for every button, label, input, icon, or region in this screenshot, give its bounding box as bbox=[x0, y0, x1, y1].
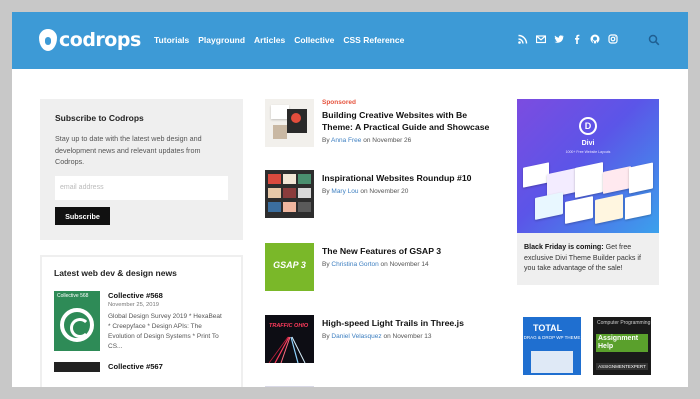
article-title[interactable]: Inspirational Websites Roundup #10 bbox=[322, 172, 471, 184]
nav-css-reference[interactable]: CSS Reference bbox=[343, 35, 404, 45]
search-icon[interactable] bbox=[648, 33, 660, 46]
article-meta: By Daniel Velasquez on November 13 bbox=[322, 333, 432, 340]
article-meta: By Anna Free on November 26 bbox=[322, 137, 412, 144]
article-thumbnail[interactable]: TRAFFIC OHIO bbox=[265, 315, 314, 363]
latest-news-title: Latest web dev & design news bbox=[54, 268, 177, 278]
collective-thumbnail[interactable] bbox=[54, 362, 100, 372]
social-links bbox=[518, 34, 618, 44]
nav-playground[interactable]: Playground bbox=[198, 35, 245, 45]
article-thumbnail[interactable]: GSAP 3 bbox=[265, 243, 314, 291]
article-thumbnail[interactable] bbox=[265, 386, 314, 387]
assignment-ad-main: Assignment Help bbox=[596, 334, 648, 352]
thumbnail-label: Collective 568 bbox=[57, 293, 89, 299]
main-nav: Tutorials Playground Articles Collective… bbox=[154, 35, 404, 45]
collective-logo-icon bbox=[60, 308, 94, 342]
latest-news-box: Latest web dev & design news Collective … bbox=[40, 255, 243, 387]
divi-ad[interactable]: D Divi 1000+ Free Website Layouts Black … bbox=[517, 99, 659, 285]
twitter-icon[interactable] bbox=[554, 34, 564, 44]
list-item[interactable]: Collective #567 bbox=[54, 362, 229, 372]
author-link[interactable]: Anna Free bbox=[331, 137, 361, 144]
divi-tagline: 1000+ Free Website Layouts bbox=[565, 150, 611, 154]
list-item[interactable]: Collective 568 Collective #568 November … bbox=[54, 291, 229, 352]
subscribe-text: Stay up to date with the latest web desi… bbox=[55, 134, 202, 166]
assignment-ad-footer: ASSIGNMENTEXPERT bbox=[596, 363, 648, 370]
nav-collective[interactable]: Collective bbox=[294, 35, 334, 45]
logo-text: codrops bbox=[59, 29, 141, 51]
divi-logo-icon: D bbox=[579, 117, 597, 135]
gsap-thumb-text: GSAP 3 bbox=[273, 260, 306, 270]
nav-tutorials[interactable]: Tutorials bbox=[154, 35, 189, 45]
author-link[interactable]: Daniel Velasquez bbox=[331, 333, 381, 340]
subscribe-title: Subscribe to Codrops bbox=[55, 113, 144, 123]
email-field[interactable]: email address bbox=[55, 176, 228, 200]
total-ad-title: TOTAL bbox=[533, 323, 563, 333]
author-link[interactable]: Mary Lou bbox=[331, 188, 358, 195]
article-item[interactable]: Inspirational Websites Roundup #10 By Ma… bbox=[265, 170, 500, 218]
article-thumbnail[interactable] bbox=[265, 99, 314, 147]
article-item[interactable]: GSAP 3 The New Features of GSAP 3 By Chr… bbox=[265, 243, 500, 291]
instagram-icon[interactable] bbox=[608, 34, 618, 44]
divi-name: Divi bbox=[581, 140, 595, 147]
total-ad-screenshot bbox=[531, 351, 573, 373]
divi-ad-image[interactable]: D Divi 1000+ Free Website Layouts bbox=[517, 99, 659, 233]
assignment-ad-top: Computer Programming bbox=[597, 320, 651, 326]
sponsored-label: Sponsored bbox=[322, 99, 356, 106]
drop-logo-icon bbox=[39, 29, 57, 51]
news-item-title[interactable]: Collective #568 bbox=[108, 291, 226, 300]
subscribe-box: Subscribe to Codrops Stay up to date wit… bbox=[40, 99, 243, 240]
article-thumbnail[interactable] bbox=[265, 170, 314, 218]
facebook-icon[interactable] bbox=[572, 34, 582, 44]
divi-ad-text: Black Friday is coming: Get free exclusi… bbox=[524, 243, 641, 273]
mail-icon[interactable] bbox=[536, 34, 546, 44]
article-meta: By Mary Lou on November 20 bbox=[322, 188, 409, 195]
news-item-title[interactable]: Collective #567 bbox=[108, 362, 163, 371]
site-logo[interactable]: codrops bbox=[39, 27, 141, 53]
news-item-date: November 25, 2019 bbox=[108, 302, 159, 308]
article-title[interactable]: High-speed Light Trails in Three.js bbox=[322, 317, 464, 329]
news-item-desc: Global Design Survey 2019 * HexaBeat * C… bbox=[108, 313, 222, 350]
article-item[interactable]: Sponsored Building Creative Websites wit… bbox=[265, 99, 500, 147]
nav-articles[interactable]: Articles bbox=[254, 35, 285, 45]
collective-thumbnail[interactable]: Collective 568 bbox=[54, 291, 100, 351]
article-title[interactable]: The New Features of GSAP 3 bbox=[322, 245, 441, 257]
assignment-help-ad[interactable]: Computer Programming Assignment Help ASS… bbox=[593, 317, 651, 375]
subscribe-button[interactable]: Subscribe bbox=[55, 207, 110, 225]
github-icon[interactable] bbox=[590, 34, 600, 44]
article-item[interactable]: TRAFFIC OHIO High-speed Light Trails in … bbox=[265, 315, 500, 363]
page-frame: codrops Tutorials Playground Articles Co… bbox=[12, 12, 688, 387]
total-ad-subtitle: DRAG & DROP WP THEME bbox=[523, 335, 581, 340]
site-header: codrops Tutorials Playground Articles Co… bbox=[12, 12, 688, 69]
total-theme-ad[interactable]: TOTAL DRAG & DROP WP THEME bbox=[523, 317, 581, 375]
rss-icon[interactable] bbox=[518, 34, 528, 44]
article-title[interactable]: Building Creative Websites with Be Theme… bbox=[322, 109, 500, 133]
author-link[interactable]: Christina Gorton bbox=[331, 261, 378, 268]
article-meta: By Christina Gorton on November 14 bbox=[322, 261, 429, 268]
